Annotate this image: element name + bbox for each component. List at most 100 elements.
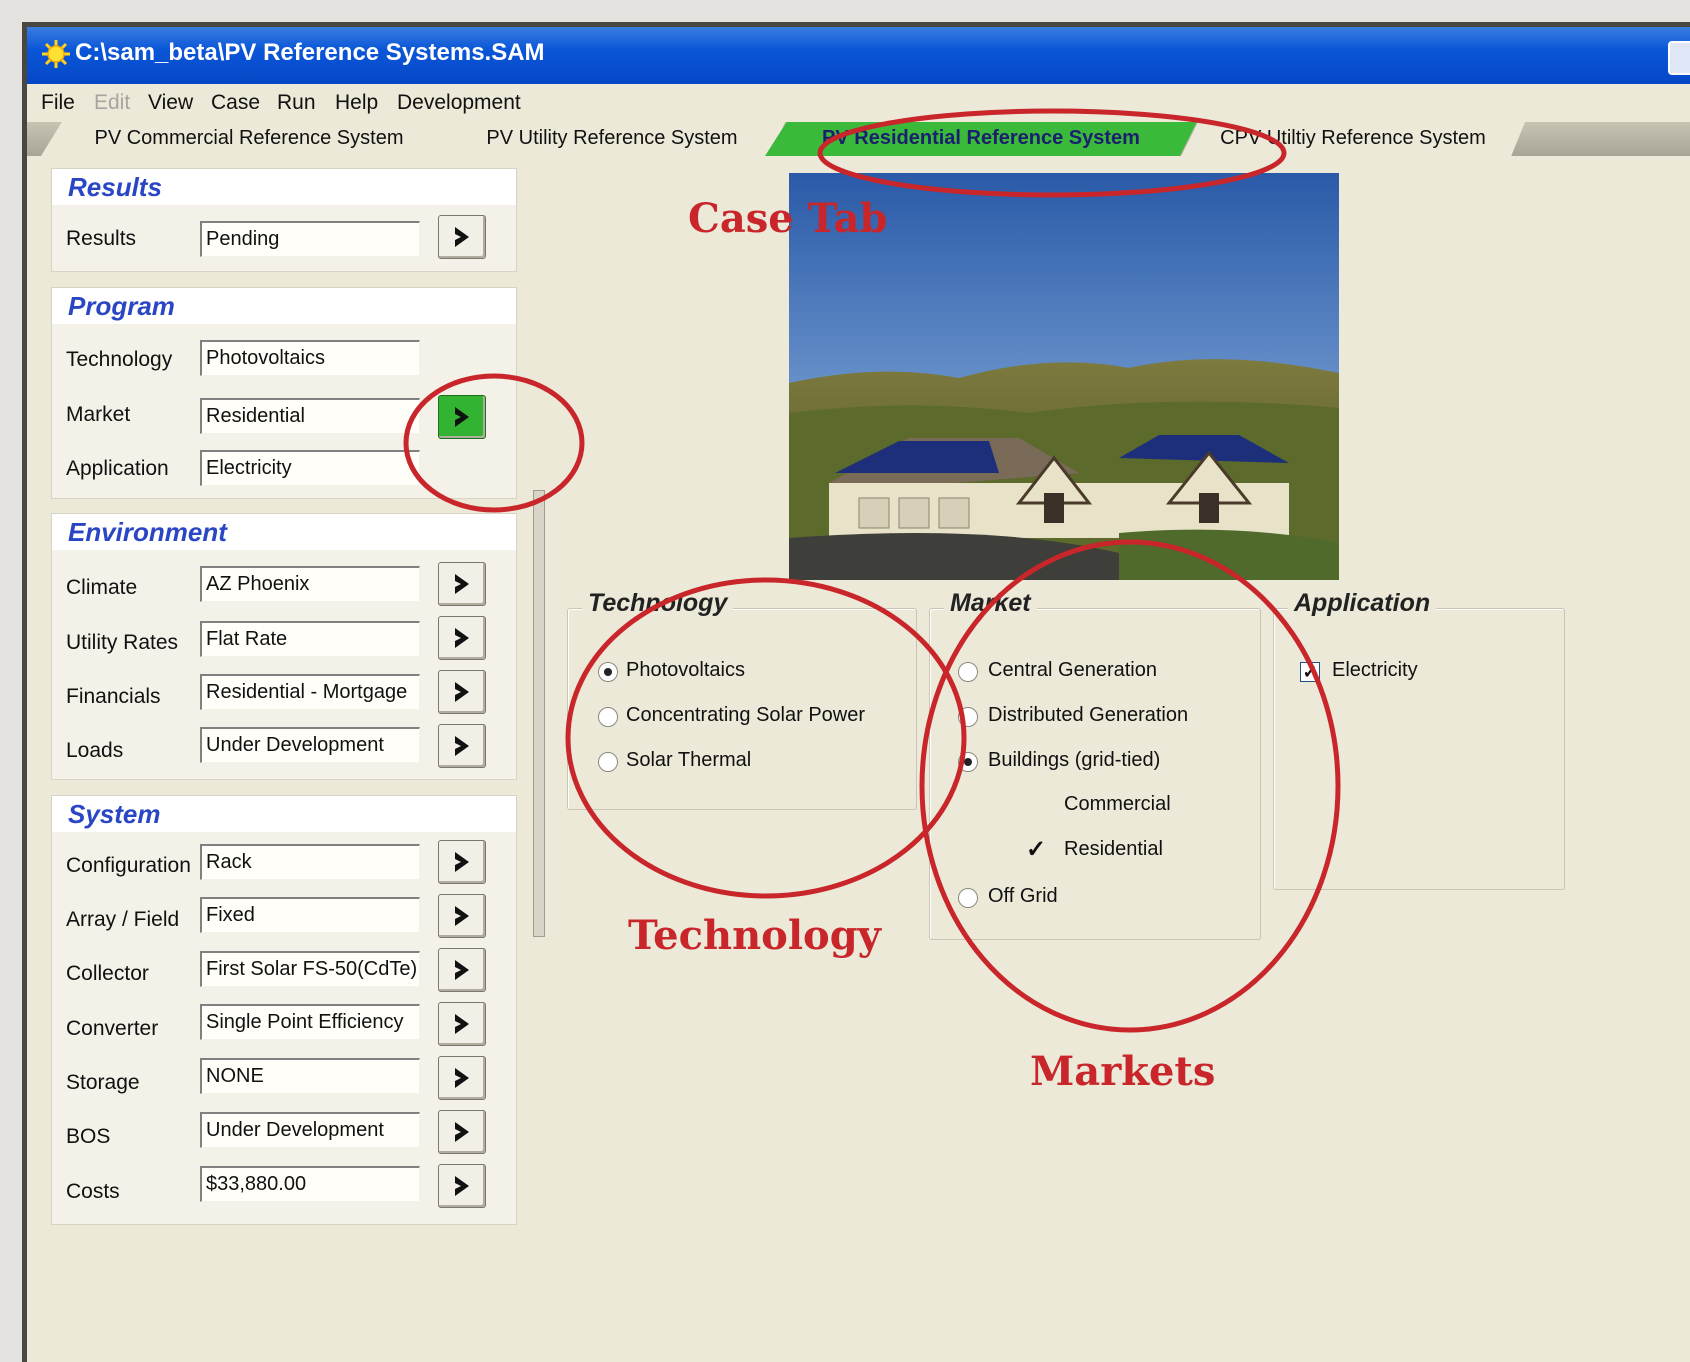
window-control-button[interactable] (1668, 41, 1690, 75)
section-title-program: Program (68, 291, 175, 321)
results-section: Results Results Pending (51, 168, 517, 272)
storage-arrow-button[interactable] (438, 1056, 486, 1100)
radio-solar-thermal[interactable] (598, 752, 618, 772)
costs-arrow-button[interactable] (438, 1164, 486, 1208)
radio-concentrating-solar-power[interactable] (598, 707, 618, 727)
annotation-markets: Markets (1030, 1048, 1216, 1095)
technology-group-title: Technology (582, 589, 734, 618)
field-bos[interactable]: Under Development (200, 1112, 420, 1148)
field-storage[interactable]: NONE (200, 1058, 420, 1094)
row-label-bos: BOS (66, 1125, 111, 1148)
converter-arrow-button[interactable] (438, 1002, 486, 1046)
collector-arrow-button[interactable] (438, 948, 486, 992)
menu-help[interactable]: Help (335, 91, 378, 115)
title-bar[interactable]: C:\sam_beta\PV Reference Systems.SAM (27, 27, 1690, 84)
tab-cpv-utility[interactable]: CPV Utiltiy Reference System (1181, 122, 1525, 156)
panel-splitter[interactable] (533, 490, 545, 937)
option-off-grid[interactable]: Off Grid (988, 885, 1058, 908)
arrow-right-icon (455, 960, 469, 980)
option-photovoltaics[interactable]: Photovoltaics (626, 659, 745, 682)
application-group: Application ✓ Electricity (1273, 589, 1565, 890)
row-label-loads: Loads (66, 739, 124, 762)
row-label-climate: Climate (66, 576, 138, 599)
row-label-financials: Financials (66, 685, 161, 708)
row-label-costs: Costs (66, 1180, 120, 1203)
field-results[interactable]: Pending (200, 221, 420, 257)
financials-arrow-button[interactable] (438, 670, 486, 714)
radio-photovoltaics[interactable] (598, 662, 618, 682)
suboption-residential[interactable]: Residential (1064, 838, 1163, 861)
field-loads[interactable]: Under Development (200, 727, 420, 763)
results-arrow-button[interactable] (438, 215, 486, 259)
field-utility-rates[interactable]: Flat Rate (200, 621, 420, 657)
field-technology[interactable]: Photovoltaics (200, 340, 420, 376)
section-title-environment: Environment (68, 517, 227, 547)
tab-pv-residential[interactable]: PV Residential Reference System (765, 122, 1197, 156)
row-label-market: Market (66, 403, 131, 426)
menu-case[interactable]: Case (211, 91, 260, 115)
checkmark-icon: ✓ (1026, 836, 1047, 863)
option-central-generation[interactable]: Central Generation (988, 659, 1157, 682)
loads-arrow-button[interactable] (438, 724, 486, 768)
arrow-right-icon (455, 1068, 469, 1088)
menu-run[interactable]: Run (277, 91, 316, 115)
checkbox-electricity[interactable]: ✓ (1300, 662, 1320, 682)
arrow-right-icon (455, 574, 469, 594)
annotation-case-tab: Case Tab (688, 195, 888, 242)
arrow-right-icon (455, 1122, 469, 1142)
arrow-right-icon (455, 628, 469, 648)
option-concentrating-solar-power[interactable]: Concentrating Solar Power (626, 704, 865, 727)
row-label-collector: Collector (66, 962, 149, 985)
row-label-application: Application (66, 457, 169, 480)
sun-icon (42, 40, 70, 68)
radio-buildings-grid-tied[interactable] (958, 752, 978, 772)
technology-group: Technology Photovoltaics Concentrating S… (567, 589, 917, 810)
tab-pv-utility[interactable]: PV Utility Reference System (439, 122, 785, 156)
field-costs[interactable]: $33,880.00 (200, 1166, 420, 1202)
suboption-commercial[interactable]: Commercial (1064, 793, 1171, 816)
field-financials[interactable]: Residential - Mortgage (200, 674, 420, 710)
arrow-right-icon (455, 407, 469, 427)
system-section: System Configuration Rack Array / Field … (51, 795, 517, 1225)
bos-arrow-button[interactable] (438, 1110, 486, 1154)
radio-central-generation[interactable] (958, 662, 978, 682)
menu-file[interactable]: File (41, 91, 75, 115)
row-label-storage: Storage (66, 1071, 140, 1094)
menu-edit[interactable]: Edit (94, 91, 130, 115)
row-label-converter: Converter (66, 1017, 159, 1040)
field-climate[interactable]: AZ Phoenix (200, 566, 420, 602)
window-title: C:\sam_beta\PV Reference Systems.SAM (75, 39, 545, 66)
program-arrow-button[interactable] (438, 395, 486, 439)
menu-development[interactable]: Development (397, 91, 521, 115)
option-distributed-generation[interactable]: Distributed Generation (988, 704, 1188, 727)
field-array-field[interactable]: Fixed (200, 897, 420, 933)
option-solar-thermal[interactable]: Solar Thermal (626, 749, 751, 772)
field-configuration[interactable]: Rack (200, 844, 420, 880)
tab-pv-commercial[interactable]: PV Commercial Reference System (41, 122, 457, 156)
menu-view[interactable]: View (148, 91, 193, 115)
arrow-right-icon (455, 852, 469, 872)
field-collector[interactable]: First Solar FS-50(CdTe) (200, 951, 420, 987)
annotation-technology: Technology (628, 912, 881, 959)
field-market[interactable]: Residential (200, 398, 420, 434)
field-application[interactable]: Electricity (200, 450, 420, 486)
environment-section: Environment Climate AZ Phoenix Utility R… (51, 513, 517, 780)
radio-off-grid[interactable] (958, 888, 978, 908)
configuration-arrow-button[interactable] (438, 840, 486, 884)
section-title-system: System (68, 799, 161, 829)
program-section: Program Technology Photovoltaics Market … (51, 287, 517, 499)
row-label-technology: Technology (66, 348, 173, 371)
case-tab-strip: PV Commercial Reference System PV Utilit… (27, 122, 1690, 156)
field-converter[interactable]: Single Point Efficiency (200, 1004, 420, 1040)
row-label-utility-rates: Utility Rates (66, 631, 179, 654)
section-title-results: Results (68, 172, 162, 202)
arrow-right-icon (455, 682, 469, 702)
utility-rates-arrow-button[interactable] (438, 616, 486, 660)
climate-arrow-button[interactable] (438, 562, 486, 606)
arrow-right-icon (455, 227, 469, 247)
option-buildings-grid-tied[interactable]: Buildings (grid-tied) (988, 749, 1160, 772)
menu-bar: File Edit View Case Run Help Development (27, 84, 1690, 122)
option-electricity[interactable]: Electricity (1332, 659, 1418, 682)
array-field-arrow-button[interactable] (438, 894, 486, 938)
radio-distributed-generation[interactable] (958, 707, 978, 727)
